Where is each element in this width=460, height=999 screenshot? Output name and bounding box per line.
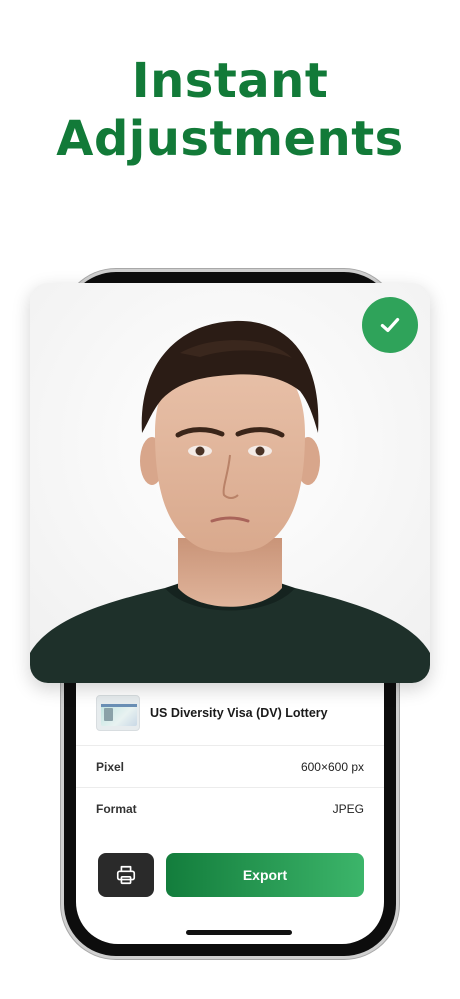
document-type-row[interactable]: US Diversity Visa (DV) Lottery (76, 680, 384, 746)
headline: Instant Adjustments (0, 52, 460, 168)
format-row: Format JPEG (76, 788, 384, 830)
home-indicator (186, 930, 292, 935)
action-bar: Export (98, 853, 364, 897)
headline-line-1: Instant (131, 53, 329, 109)
pixel-row: Pixel 600×600 px (76, 746, 384, 788)
format-value: JPEG (332, 802, 364, 816)
verified-badge (362, 297, 418, 353)
check-icon (380, 317, 400, 333)
photo-details: US Diversity Visa (DV) Lottery Pixel 600… (76, 680, 384, 830)
document-thumbnail (96, 694, 140, 731)
headline-line-2: Adjustments (56, 111, 404, 167)
export-button[interactable]: Export (166, 853, 364, 897)
pixel-label: Pixel (96, 759, 125, 774)
pixel-value: 600×600 px (300, 759, 364, 774)
print-button[interactable] (98, 853, 154, 897)
passport-photo-card (30, 283, 430, 683)
document-title: US Diversity Visa (DV) Lottery (150, 705, 328, 720)
printer-icon (116, 865, 136, 885)
format-label: Format (96, 802, 137, 816)
